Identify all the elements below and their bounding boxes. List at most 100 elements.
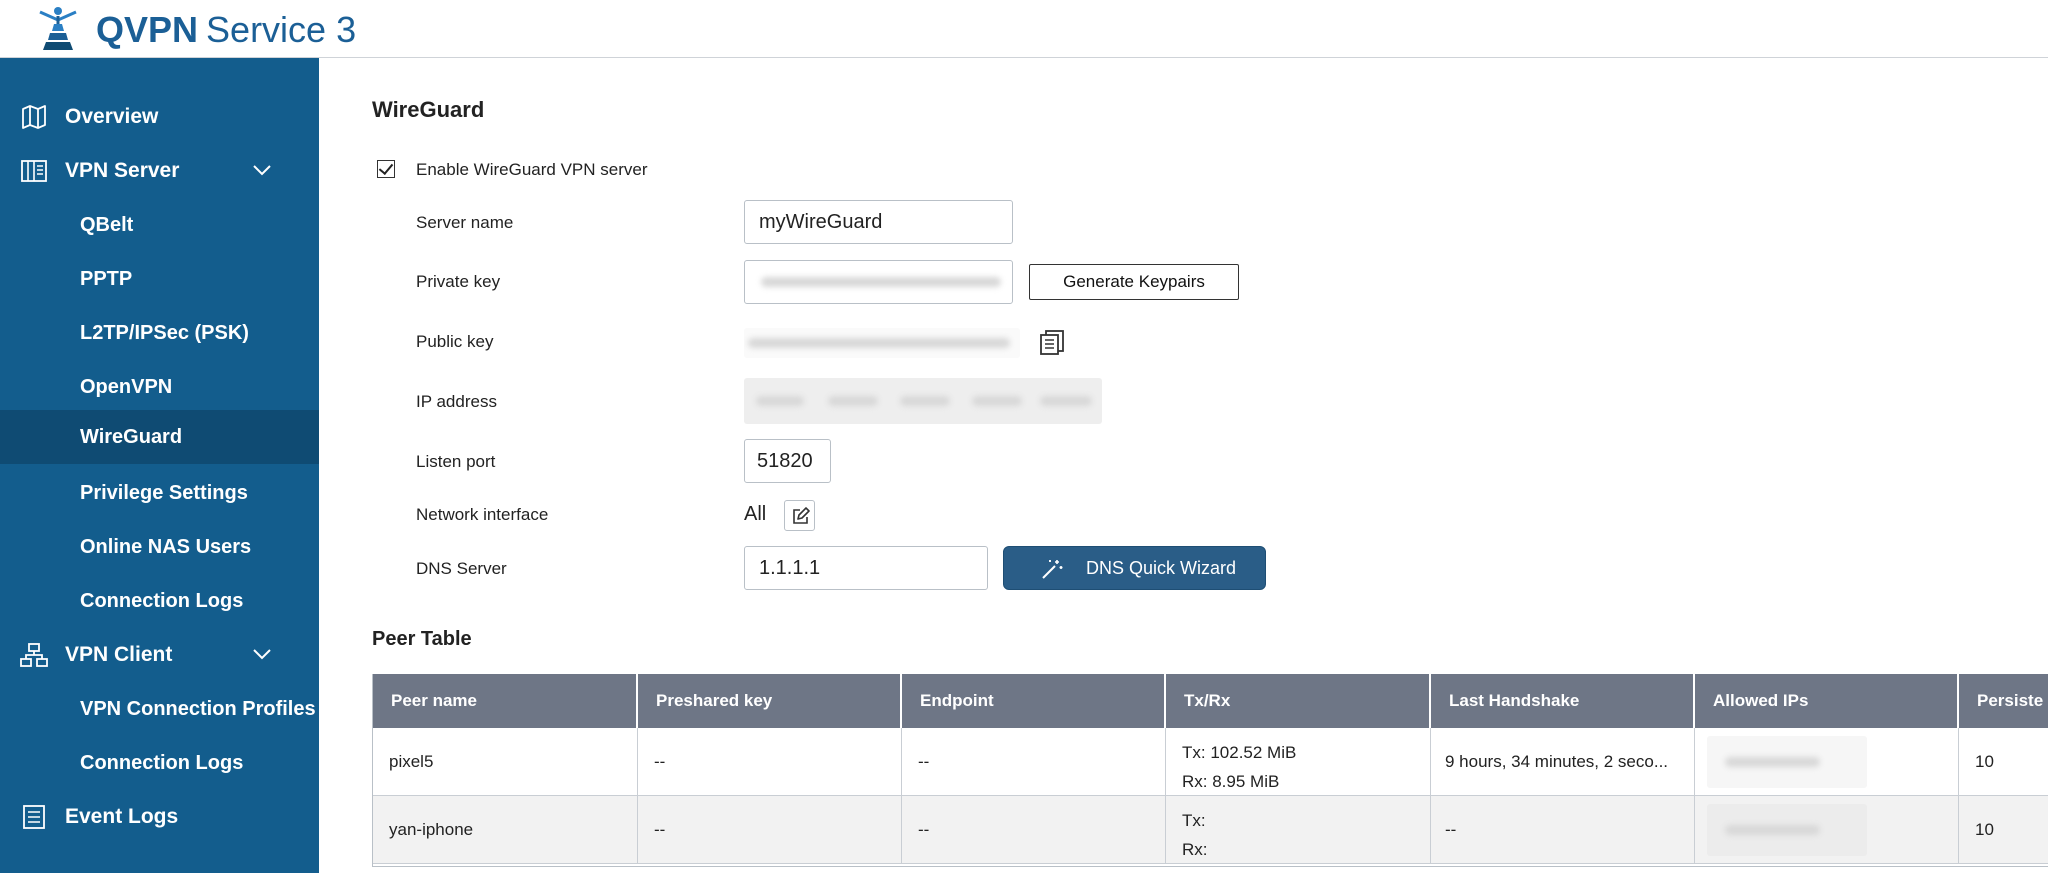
- cell-last-handshake: --: [1431, 796, 1695, 864]
- app-title: QVPN Service 3: [96, 9, 356, 51]
- enable-wireguard-checkbox[interactable]: [377, 160, 395, 178]
- sidebar-item-online-nas-users[interactable]: Online NAS Users: [0, 520, 319, 574]
- cell-peer-name: pixel5: [373, 728, 638, 796]
- redacted-private-key: [761, 277, 1001, 287]
- cell-persistent: 10: [1959, 796, 2048, 864]
- edit-icon: [793, 507, 810, 524]
- sidebar-item-label: VPN Server: [65, 159, 180, 182]
- peer-name: yan-iphone: [389, 820, 474, 839]
- redacted-ip-octet: [828, 396, 878, 406]
- network-interface-label: Network interface: [416, 505, 549, 524]
- chevron-down-icon: [253, 649, 271, 660]
- private-key-input[interactable]: [744, 260, 1013, 304]
- table-row[interactable]: pixel5 -- -- Tx: 102.52 MiB Rx: 8.95 MiB …: [373, 728, 2048, 796]
- magic-wand-icon: [1042, 560, 1063, 579]
- chevron-down-icon: [253, 165, 271, 176]
- table-header: Peer name Preshared key Endpoint Tx/Rx L…: [373, 674, 2048, 728]
- sidebar-item-label: L2TP/IPSec (PSK): [80, 322, 249, 344]
- redacted-ip-octet: [756, 396, 804, 406]
- sidebar-item-label: Event Logs: [65, 805, 179, 828]
- sidebar-item-label: PPTP: [80, 268, 133, 290]
- sidebar-item-label: VPN Client: [65, 643, 173, 666]
- generate-keypairs-button[interactable]: Generate Keypairs: [1029, 264, 1239, 300]
- last-handshake: 9 hours, 34 minutes, 2 seco...: [1445, 752, 1669, 771]
- page-title: WireGuard: [372, 97, 485, 122]
- endpoint: --: [918, 820, 930, 839]
- sidebar-item-label: Overview: [65, 105, 159, 128]
- sidebar-item-label: Online NAS Users: [80, 536, 252, 558]
- redacted-text: [1725, 757, 1820, 767]
- redacted-allowed-ips: [1707, 736, 1867, 788]
- sidebar-item-qbelt[interactable]: QBelt: [0, 198, 319, 252]
- sidebar-item-pptp[interactable]: PPTP: [0, 252, 319, 306]
- network-interface-value: All: [744, 503, 767, 525]
- sidebar-item-client-connection-logs[interactable]: Connection Logs: [0, 736, 319, 790]
- app-header: QVPN Service 3: [0, 0, 2048, 58]
- private-key-label: Private key: [416, 272, 501, 291]
- peer-name: pixel5: [389, 752, 434, 771]
- log-list-icon: [23, 805, 45, 829]
- ip-address-input[interactable]: [744, 378, 1102, 424]
- cell-endpoint: --: [902, 796, 1166, 864]
- copy-icon[interactable]: [1038, 328, 1066, 356]
- sidebar-item-label: Privilege Settings: [80, 482, 248, 504]
- tx-value: Tx:: [1182, 811, 1206, 830]
- server-icon: [21, 160, 47, 182]
- sidebar-item-vpn-connection-profiles[interactable]: VPN Connection Profiles: [0, 682, 319, 736]
- column-header-peer-name[interactable]: Peer name: [373, 674, 638, 728]
- preshared-key: --: [654, 820, 666, 839]
- redacted-text: [1725, 825, 1820, 835]
- cell-allowed-ips: [1695, 728, 1959, 796]
- server-name-input[interactable]: myWireGuard: [744, 200, 1013, 244]
- persistent-keepalive: 10: [1975, 820, 1994, 839]
- sidebar-item-label: OpenVPN: [80, 376, 173, 398]
- peer-table-title: Peer Table: [372, 628, 472, 650]
- redacted-public-key: [748, 338, 1010, 348]
- dns-quick-wizard-label: DNS Quick Wizard: [1086, 558, 1237, 578]
- persistent-keepalive: 10: [1975, 752, 1994, 771]
- dns-server-input[interactable]: 1.1.1.1: [744, 546, 988, 590]
- tx-value: Tx: 102.52 MiB: [1182, 743, 1297, 762]
- dns-quick-wizard-button[interactable]: DNS Quick Wizard: [1003, 546, 1266, 590]
- listen-port-label: Listen port: [416, 452, 496, 471]
- sidebar-item-label: WireGuard: [80, 426, 183, 448]
- edit-network-interface-button[interactable]: [784, 500, 815, 531]
- sidebar-item-label: Connection Logs: [80, 752, 244, 774]
- enable-wireguard-label: Enable WireGuard VPN server: [416, 160, 648, 179]
- sidebar-item-event-logs[interactable]: Event Logs: [0, 790, 319, 844]
- network-icon: [20, 643, 48, 667]
- column-header-last-handshake[interactable]: Last Handshake: [1431, 674, 1695, 728]
- column-header-tx-rx[interactable]: Tx/Rx: [1166, 674, 1431, 728]
- sidebar-item-label: Connection Logs: [80, 590, 244, 612]
- public-key-value: [744, 328, 1020, 358]
- column-header-endpoint[interactable]: Endpoint: [902, 674, 1166, 728]
- endpoint: --: [918, 752, 930, 771]
- sidebar-item-privilege-settings[interactable]: Privilege Settings: [0, 466, 319, 520]
- sidebar-item-label: QBelt: [80, 214, 134, 236]
- sidebar-item-server-connection-logs[interactable]: Connection Logs: [0, 574, 319, 628]
- cell-preshared-key: --: [638, 728, 902, 796]
- redacted-allowed-ips: [1707, 804, 1867, 856]
- column-header-persistent[interactable]: Persiste: [1959, 674, 2048, 728]
- cell-preshared-key: --: [638, 796, 902, 864]
- sidebar-item-openvpn[interactable]: OpenVPN: [0, 360, 319, 414]
- rx-value: Rx: 8.95 MiB: [1182, 772, 1280, 791]
- column-header-preshared-key[interactable]: Preshared key: [638, 674, 902, 728]
- preshared-key: --: [654, 752, 666, 771]
- cell-persistent: 10: [1959, 728, 2048, 796]
- listen-port-input[interactable]: 51820: [744, 439, 831, 483]
- column-header-allowed-ips[interactable]: Allowed IPs: [1695, 674, 1959, 728]
- table-row[interactable]: yan-iphone -- -- Tx: Rx: -- 10: [373, 796, 2048, 864]
- sidebar-item-vpn-server[interactable]: VPN Server: [0, 144, 319, 198]
- sidebar-item-label: VPN Connection Profiles: [80, 698, 316, 720]
- sidebar-item-wireguard[interactable]: WireGuard: [0, 410, 319, 464]
- sidebar-item-l2tp[interactable]: L2TP/IPSec (PSK): [0, 306, 319, 360]
- redacted-ip-octet: [900, 396, 950, 406]
- app-title-rest: Service 3: [206, 9, 357, 50]
- cell-tx-rx: Tx: 102.52 MiB Rx: 8.95 MiB: [1166, 728, 1431, 796]
- sidebar-item-vpn-client[interactable]: VPN Client: [0, 628, 319, 682]
- sidebar-item-overview[interactable]: Overview: [0, 90, 319, 144]
- cell-tx-rx: Tx: Rx:: [1166, 796, 1431, 864]
- last-handshake: --: [1445, 820, 1457, 839]
- public-key-label: Public key: [416, 332, 494, 351]
